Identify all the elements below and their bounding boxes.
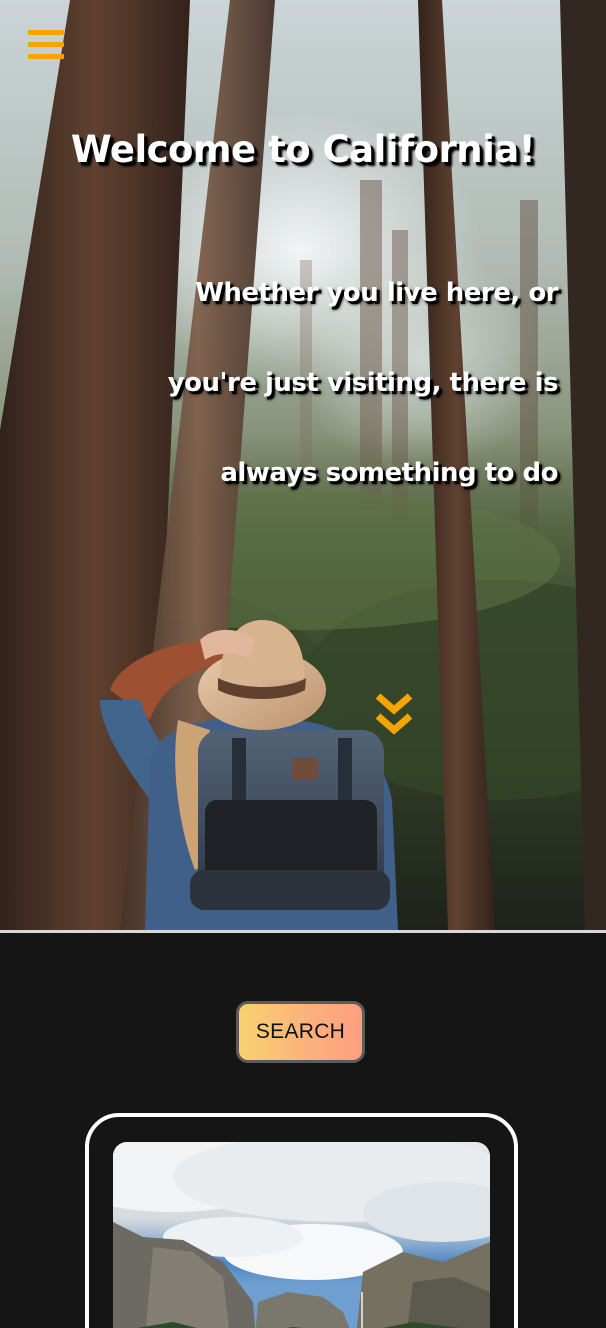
hero-section: Welcome to California! Whether you live … [0, 0, 606, 932]
menu-bar [28, 54, 64, 59]
destination-card[interactable] [85, 1113, 518, 1328]
menu-bar [28, 42, 64, 47]
hero-subtitle: Whether you live here, or you're just vi… [167, 278, 559, 488]
hero-title: Welcome to California! [70, 128, 536, 171]
search-button[interactable]: SEARCH [236, 1001, 365, 1063]
hamburger-menu-icon[interactable] [26, 28, 66, 64]
menu-bar [28, 30, 64, 35]
page: Welcome to California! Whether you live … [0, 0, 606, 1328]
double-chevron-down-icon[interactable] [374, 690, 414, 740]
yosemite-valley-image [113, 1142, 490, 1328]
section-divider [0, 930, 606, 933]
